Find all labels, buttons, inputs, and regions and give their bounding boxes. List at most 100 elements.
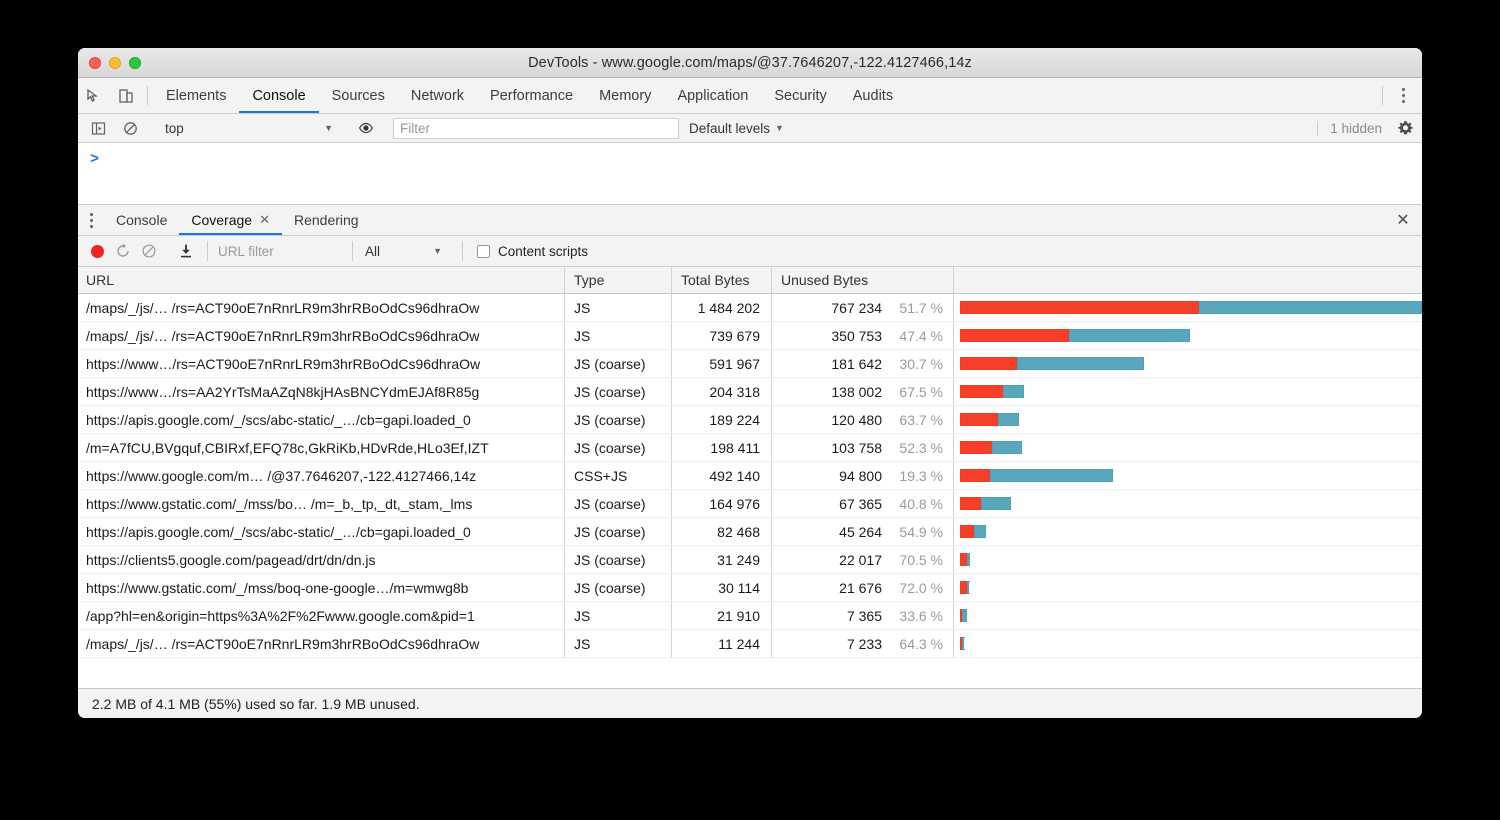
unused-percent-value: 47.4 % <box>891 328 943 344</box>
tab-performance[interactable]: Performance <box>477 78 586 113</box>
table-row[interactable]: https://apis.google.com/_/scs/abc-static… <box>78 518 1422 546</box>
inspect-cursor-icon[interactable] <box>78 78 110 113</box>
coverage-type-filter-select[interactable]: All ▼ <box>352 241 448 261</box>
unused-bytes-value: 7 365 <box>847 608 882 624</box>
tab-network[interactable]: Network <box>398 78 477 113</box>
cell-total-bytes: 492 140 <box>672 462 772 489</box>
tab-audits[interactable]: Audits <box>840 78 906 113</box>
table-row[interactable]: https://apis.google.com/_/scs/abc-static… <box>78 406 1422 434</box>
coverage-type-filter-value: All <box>365 244 380 259</box>
live-expression-eye-icon[interactable] <box>350 120 382 136</box>
unused-percent-value: 54.9 % <box>891 524 943 540</box>
table-row[interactable]: /maps/_/js/… /rs=ACT90oE7nRnrLR9m3hrRBoO… <box>78 294 1422 322</box>
unused-bytes-value: 22 017 <box>839 552 882 568</box>
cell-type: JS <box>565 602 672 629</box>
column-header-url[interactable]: URL <box>78 267 565 293</box>
unused-percent-value: 67.5 % <box>891 384 943 400</box>
log-level-select[interactable]: Default levels ▼ <box>689 121 790 136</box>
cell-unused-bytes: 103 75852.3 % <box>772 434 954 461</box>
unused-bytes-value: 120 480 <box>831 412 882 428</box>
cell-type: JS (coarse) <box>565 490 672 517</box>
column-header-total-bytes[interactable]: Total Bytes <box>672 267 772 293</box>
clear-all-icon[interactable] <box>136 243 162 259</box>
traffic-light-buttons <box>89 57 141 69</box>
gear-icon[interactable] <box>1392 120 1418 137</box>
unused-percent-value: 30.7 % <box>891 356 943 372</box>
cell-coverage-bar <box>954 434 1422 461</box>
cell-coverage-bar <box>954 630 1422 657</box>
cell-total-bytes: 189 224 <box>672 406 772 433</box>
console-output-pane[interactable]: > <box>78 143 1422 205</box>
unused-percent-value: 51.7 % <box>891 300 943 316</box>
column-header-unused-bytes[interactable]: Unused Bytes <box>772 267 954 293</box>
tab-sources[interactable]: Sources <box>319 78 398 113</box>
drawer-tabbar: Console Coverage ✕ Rendering ✕ <box>78 205 1422 236</box>
tabbar-spacer <box>906 78 1377 113</box>
content-scripts-label: Content scripts <box>498 244 588 259</box>
record-button-icon[interactable] <box>84 245 110 258</box>
console-filter-input[interactable]: Filter <box>393 118 679 139</box>
close-window-button[interactable] <box>89 57 101 69</box>
cell-coverage-bar <box>954 490 1422 517</box>
table-row[interactable]: /maps/_/js/… /rs=ACT90oE7nRnrLR9m3hrRBoO… <box>78 322 1422 350</box>
clear-console-icon[interactable] <box>114 121 146 136</box>
table-row[interactable]: https://clients5.google.com/pagead/drt/d… <box>78 546 1422 574</box>
table-row[interactable]: https://www.gstatic.com/_/mss/boq-one-go… <box>78 574 1422 602</box>
coverage-url-filter-input[interactable]: URL filter <box>207 241 352 261</box>
table-row[interactable]: https://www.gstatic.com/_/mss/bo… /m=_b,… <box>78 490 1422 518</box>
bar-segment-unused <box>960 497 981 510</box>
close-icon[interactable]: ✕ <box>259 212 270 228</box>
cell-type: CSS+JS <box>565 462 672 489</box>
cell-url: https://www.gstatic.com/_/mss/bo… /m=_b,… <box>78 490 565 517</box>
close-icon[interactable]: ✕ <box>1384 205 1422 235</box>
cell-url: /maps/_/js/… /rs=ACT90oE7nRnrLR9m3hrRBoO… <box>78 322 565 349</box>
coverage-table-body: /maps/_/js/… /rs=ACT90oE7nRnrLR9m3hrRBoO… <box>78 294 1422 658</box>
execution-context-select[interactable]: top ▼ <box>157 121 339 136</box>
coverage-bar <box>960 385 1024 398</box>
bar-segment-unused <box>960 553 967 566</box>
device-toolbar-icon[interactable] <box>110 78 142 113</box>
bar-segment-used <box>967 581 970 594</box>
cell-coverage-bar <box>954 546 1422 573</box>
tab-elements[interactable]: Elements <box>153 78 239 113</box>
column-header-bar <box>954 267 1422 293</box>
cell-unused-bytes: 67 36540.8 % <box>772 490 954 517</box>
tab-memory[interactable]: Memory <box>586 78 664 113</box>
maximize-window-button[interactable] <box>129 57 141 69</box>
cell-unused-bytes: 181 64230.7 % <box>772 350 954 377</box>
console-sidebar-icon[interactable] <box>82 121 114 136</box>
table-row[interactable]: https://www…/rs=ACT90oE7nRnrLR9m3hrRBoOd… <box>78 350 1422 378</box>
table-row[interactable]: /m=A7fCU,BVgquf,CBIRxf,EFQ78c,GkRiKb,HDv… <box>78 434 1422 462</box>
kebab-dots <box>90 213 93 228</box>
cell-type: JS (coarse) <box>565 378 672 405</box>
bar-segment-used <box>962 609 967 622</box>
drawer-tab-rendering[interactable]: Rendering <box>282 205 371 235</box>
coverage-url-filter-placeholder: URL filter <box>218 244 274 259</box>
bar-segment-unused <box>960 385 1003 398</box>
hidden-messages-count[interactable]: 1 hidden <box>1317 121 1392 136</box>
window-titlebar: DevTools - www.google.com/maps/@37.76462… <box>78 48 1422 78</box>
reload-and-record-icon[interactable] <box>110 243 136 259</box>
tab-console[interactable]: Console <box>239 78 318 113</box>
cell-url: https://www.gstatic.com/_/mss/boq-one-go… <box>78 574 565 601</box>
content-scripts-checkbox[interactable]: Content scripts <box>462 241 588 261</box>
table-row[interactable]: https://www…/rs=AA2YrTsMaAZqN8kjHAsBNCYd… <box>78 378 1422 406</box>
kebab-menu-icon[interactable] <box>78 205 104 235</box>
table-row[interactable]: /app?hl=en&origin=https%3A%2F%2Fwww.goog… <box>78 602 1422 630</box>
export-download-icon[interactable] <box>173 243 199 259</box>
window-title: DevTools - www.google.com/maps/@37.76462… <box>78 55 1422 71</box>
bar-segment-unused <box>960 525 974 538</box>
column-header-type[interactable]: Type <box>565 267 672 293</box>
coverage-bar <box>960 497 1011 510</box>
drawer-tab-coverage[interactable]: Coverage ✕ <box>179 205 282 235</box>
tab-application[interactable]: Application <box>664 78 761 113</box>
bar-segment-used <box>981 497 1011 510</box>
kebab-menu-icon[interactable] <box>1388 78 1418 113</box>
table-row[interactable]: /maps/_/js/… /rs=ACT90oE7nRnrLR9m3hrRBoO… <box>78 630 1422 658</box>
tab-label: Performance <box>490 88 573 104</box>
minimize-window-button[interactable] <box>109 57 121 69</box>
drawer-tab-console[interactable]: Console <box>104 205 179 235</box>
checkbox-box[interactable] <box>477 245 490 258</box>
table-row[interactable]: https://www.google.com/m… /@37.7646207,-… <box>78 462 1422 490</box>
tab-security[interactable]: Security <box>761 78 839 113</box>
